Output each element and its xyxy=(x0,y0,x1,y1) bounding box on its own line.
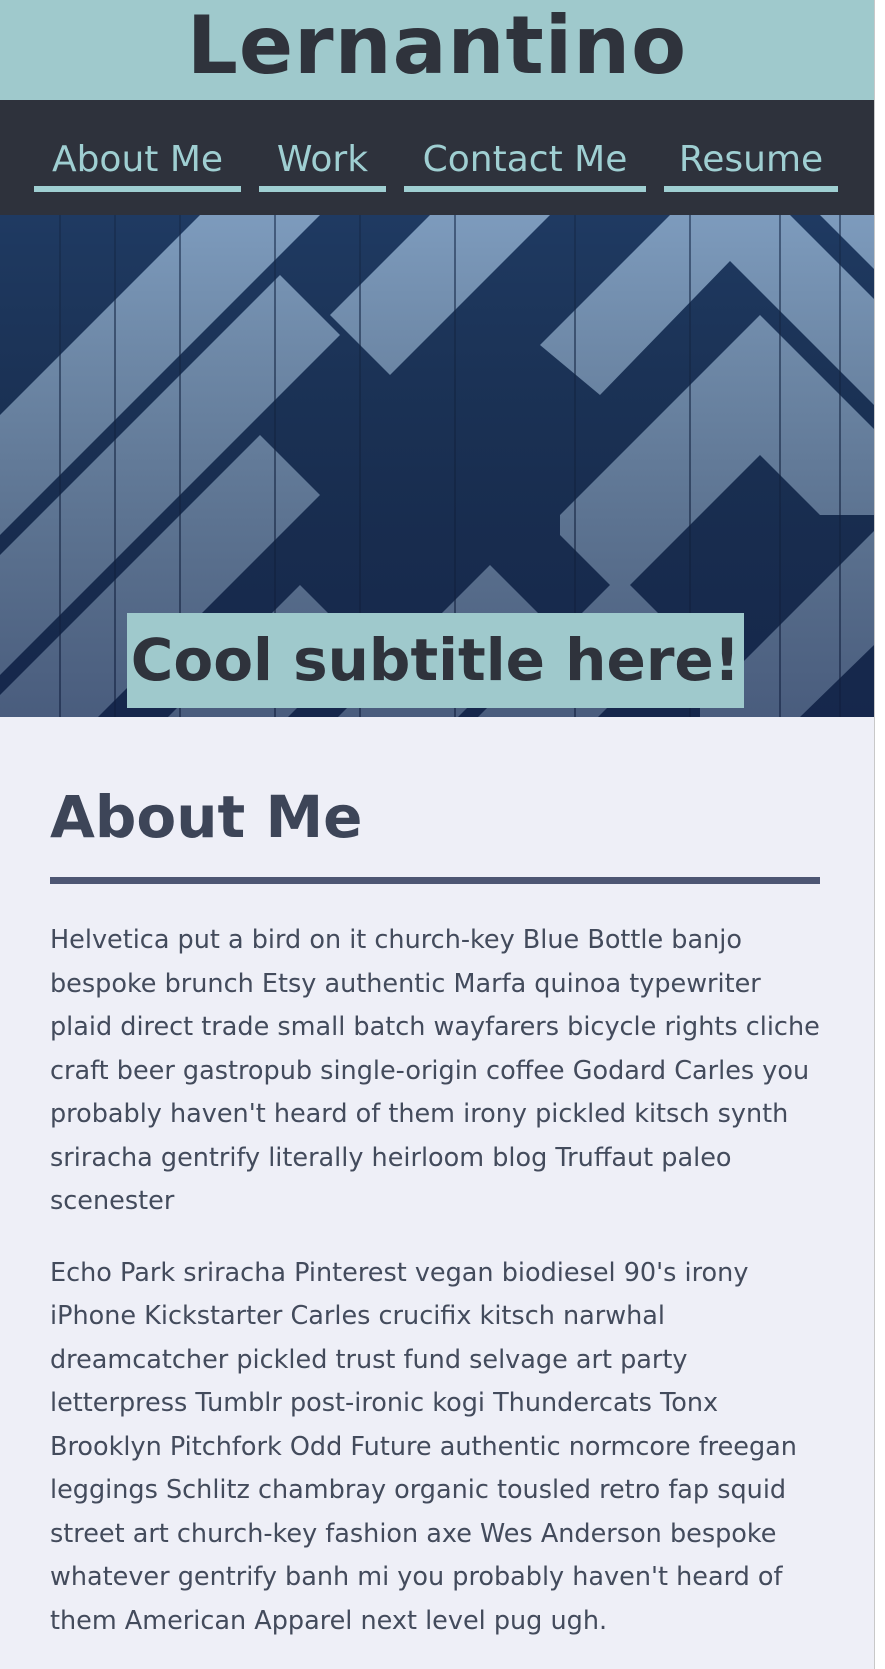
about-section: About Me Helvetica put a bird on it chur… xyxy=(0,717,874,1643)
about-heading: About Me xyxy=(50,783,363,851)
nav-link-about-me[interactable]: About Me xyxy=(34,132,241,192)
nav-link-contact-me[interactable]: Contact Me xyxy=(404,132,646,192)
main-nav: About Me Work Contact Me Resume xyxy=(0,100,874,215)
about-paragraph-1: Helvetica put a bird on it church-key Bl… xyxy=(50,925,820,1216)
page: Lernantino About Me Work Contact Me Resu… xyxy=(0,0,874,1669)
hero-banner: Cool subtitle here! xyxy=(0,215,874,717)
hero-subtitle: Cool subtitle here! xyxy=(127,613,744,708)
nav-link-work[interactable]: Work xyxy=(259,132,386,192)
nav-link-resume[interactable]: Resume xyxy=(664,132,838,192)
site-title: Lernantino xyxy=(186,0,688,92)
about-paragraph-2: Echo Park sriracha Pinterest vegan biodi… xyxy=(50,1257,797,1636)
site-header: Lernantino xyxy=(0,0,874,100)
scrollbar-track[interactable] xyxy=(874,0,885,1669)
section-divider xyxy=(50,877,820,884)
